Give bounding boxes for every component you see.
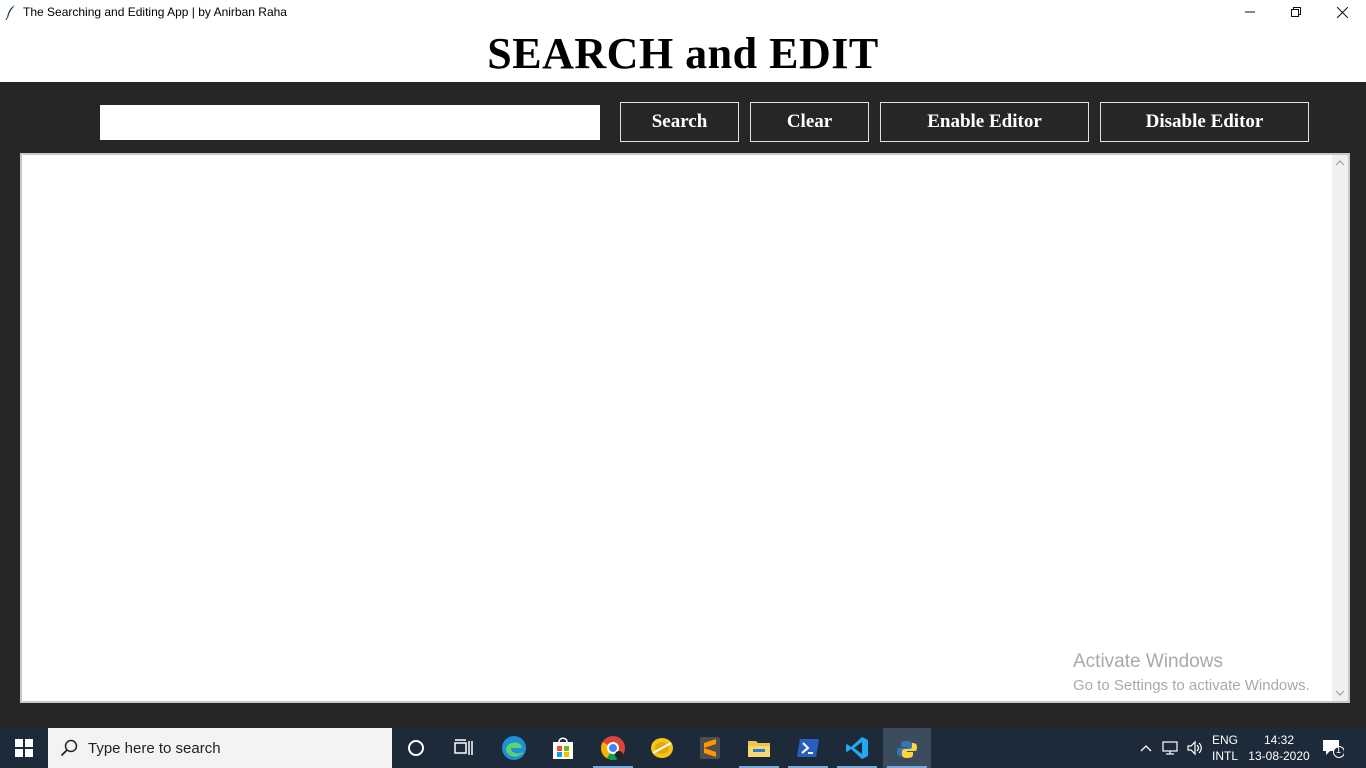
app-body: Search Clear Enable Editor Disable Edito… — [0, 82, 1366, 728]
clock[interactable]: 14:32 13-08-2020 — [1248, 732, 1310, 764]
watermark-subtitle: Go to Settings to activate Windows. — [1073, 677, 1310, 694]
powershell-icon — [797, 739, 819, 757]
coin-app-button[interactable] — [638, 728, 686, 768]
window-titlebar: The Searching and Editing App | by Anirb… — [0, 0, 1366, 26]
store-button[interactable] — [539, 728, 587, 768]
editor-text-area[interactable] — [22, 155, 1332, 701]
text-editor — [20, 153, 1350, 703]
scroll-up-icon[interactable] — [1335, 159, 1345, 167]
clear-button[interactable]: Clear — [750, 102, 869, 142]
edge-icon — [502, 736, 526, 760]
disable-editor-button[interactable]: Disable Editor — [1100, 102, 1309, 142]
notification-count: 1 — [1336, 745, 1342, 755]
taskbar-search-box[interactable]: Type here to search — [48, 728, 392, 768]
file-explorer-icon — [748, 741, 770, 757]
search-input[interactable] — [100, 105, 600, 140]
volume-icon[interactable] — [1186, 740, 1204, 756]
coin-icon — [651, 738, 673, 758]
system-tray — [1138, 728, 1204, 768]
start-button[interactable] — [0, 728, 48, 768]
close-button[interactable] — [1319, 0, 1365, 24]
cortana-button[interactable] — [392, 728, 440, 768]
task-view-icon — [454, 739, 473, 755]
feather-icon — [5, 5, 15, 20]
input-language[interactable]: ENG INTL — [1212, 732, 1238, 764]
window-title: The Searching and Editing App | by Anirb… — [23, 5, 287, 19]
task-view-button[interactable] — [440, 728, 488, 768]
taskbar-search-placeholder: Type here to search — [88, 740, 221, 757]
enable-editor-button[interactable]: Enable Editor — [880, 102, 1089, 142]
search-button[interactable]: Search — [620, 102, 739, 142]
python-app-button[interactable] — [883, 728, 931, 768]
minimize-button[interactable] — [1227, 0, 1273, 24]
vertical-scrollbar[interactable] — [1332, 155, 1348, 701]
activate-windows-watermark: Activate Windows Go to Settings to activ… — [1073, 651, 1310, 694]
app-heading: SEARCH and EDIT — [0, 26, 1366, 82]
python-icon — [897, 738, 917, 758]
keyboard-layout: INTL — [1212, 749, 1239, 763]
scroll-down-icon[interactable] — [1335, 689, 1345, 697]
restore-button[interactable] — [1273, 0, 1319, 24]
vscode-button[interactable] — [833, 728, 881, 768]
store-icon — [553, 737, 573, 759]
restore-icon — [1291, 7, 1301, 17]
chrome-button[interactable] — [589, 728, 637, 768]
cortana-icon — [408, 740, 424, 756]
action-center-button[interactable]: 1 — [1322, 738, 1345, 763]
language-code: ENG — [1212, 733, 1239, 747]
powershell-button[interactable] — [784, 728, 832, 768]
search-icon — [60, 739, 78, 757]
clock-time: 14:32 — [1263, 733, 1295, 747]
watermark-title: Activate Windows — [1073, 651, 1223, 672]
sublime-button[interactable] — [686, 728, 734, 768]
edge-button[interactable] — [490, 728, 538, 768]
minimize-icon — [1245, 11, 1255, 13]
sublime-icon — [700, 737, 720, 759]
file-explorer-button[interactable] — [735, 728, 783, 768]
close-icon — [1336, 6, 1348, 18]
show-hidden-icons-icon[interactable] — [1138, 740, 1154, 756]
windows-logo-icon — [15, 739, 33, 757]
heading-text: SEARCH and EDIT — [487, 29, 879, 78]
chrome-icon — [601, 736, 625, 761]
network-icon[interactable] — [1162, 740, 1180, 756]
taskbar: Type here to search ENG INTL 14:32 13-08… — [0, 728, 1366, 768]
vscode-icon — [846, 737, 868, 759]
clock-date: 13-08-2020 — [1248, 749, 1310, 763]
